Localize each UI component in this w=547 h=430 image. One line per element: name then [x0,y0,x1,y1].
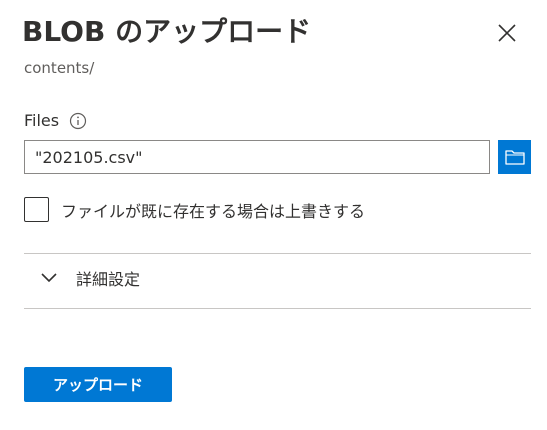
files-label-row: Files [24,111,87,130]
divider-top [24,253,531,254]
files-label: Files [24,111,60,130]
browse-files-button[interactable] [498,140,531,174]
advanced-settings-label: 詳細設定 [76,270,141,289]
overwrite-label: ファイルが既に存在する場合は上書きする [61,201,366,221]
chevron-down-icon [41,273,57,283]
upload-button[interactable]: アップロード [24,367,172,402]
overwrite-checkbox[interactable] [24,197,49,222]
files-input[interactable]: "202105.csv" [24,140,490,174]
panel-subtitle: contents/ [24,59,95,77]
panel-title: BLOB のアップロード [22,15,312,48]
close-icon [498,24,516,42]
info-icon[interactable] [69,112,87,130]
advanced-settings-toggle[interactable]: 詳細設定 [40,266,140,290]
overwrite-option[interactable]: ファイルが既に存在する場合は上書きする [24,197,365,222]
folder-icon [504,150,525,165]
upload-blob-panel: BLOB のアップロード contents/ Files "202105.csv… [0,0,547,430]
divider-bottom [24,308,531,309]
close-button[interactable] [494,20,520,46]
files-input-value: "202105.csv" [35,147,143,167]
